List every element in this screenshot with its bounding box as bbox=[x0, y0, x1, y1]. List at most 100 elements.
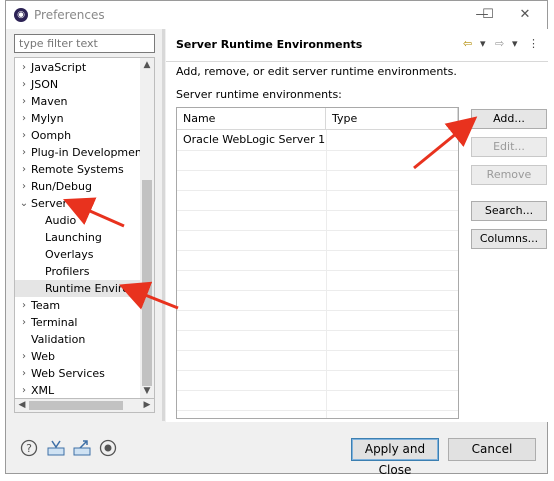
cancel-button[interactable]: Cancel bbox=[448, 438, 536, 461]
forward-icon[interactable]: ⇨ bbox=[495, 37, 504, 50]
export-icon[interactable] bbox=[72, 439, 91, 457]
tree-item[interactable]: › Run/Debug bbox=[15, 178, 142, 195]
help-icon[interactable]: ? bbox=[20, 439, 38, 457]
tree-vertical-scrollbar[interactable]: ▲ ▼ bbox=[140, 58, 154, 398]
row-gridline bbox=[177, 210, 458, 211]
chevron-right-icon[interactable]: › bbox=[19, 144, 29, 161]
search-button[interactable]: Search... bbox=[471, 201, 547, 221]
record-icon[interactable] bbox=[99, 439, 117, 457]
filter-input[interactable] bbox=[14, 34, 155, 53]
chevron-down-icon[interactable]: ⌄ bbox=[19, 195, 29, 212]
tree-item[interactable]: › JSON bbox=[15, 76, 142, 93]
preferences-window: ◉ Preferences — ☐ ✕ ›JavaScript›JSON›Mav… bbox=[5, 0, 548, 477]
scroll-down-icon[interactable]: ▼ bbox=[140, 386, 154, 396]
add-button[interactable]: Add... bbox=[471, 109, 547, 129]
row-gridline bbox=[177, 310, 458, 311]
tree-horizontal-scrollbar[interactable]: ◀ ▶ bbox=[14, 399, 155, 413]
tree-item[interactable]: › Web bbox=[15, 348, 142, 365]
tree-item-label: Team bbox=[31, 299, 61, 312]
row-gridline bbox=[177, 390, 458, 391]
columns-button[interactable]: Columns... bbox=[471, 229, 547, 249]
tree-item[interactable]: › Plug-in Development bbox=[15, 144, 146, 161]
tree-item-label: Web bbox=[31, 350, 55, 363]
page-title: Server Runtime Environments bbox=[176, 38, 363, 51]
row-gridline bbox=[177, 270, 458, 271]
column-header-name[interactable]: Name bbox=[177, 108, 326, 130]
pane-sash[interactable] bbox=[162, 29, 165, 421]
tree-item-label: Terminal bbox=[31, 316, 78, 329]
scroll-up-icon[interactable]: ▲ bbox=[140, 60, 154, 70]
runtime-list-label: Server runtime environments: bbox=[176, 88, 342, 101]
forward-menu-icon[interactable]: ▾ bbox=[512, 37, 518, 50]
chevron-right-icon[interactable]: › bbox=[19, 178, 29, 195]
preference-page: Server Runtime Environments ⇦ ▾ ⇨ ▾ ⋮ Ad… bbox=[166, 29, 548, 422]
row-gridline bbox=[177, 230, 458, 231]
tree-item[interactable]: Runtime Environme bbox=[15, 280, 153, 297]
row-gridline bbox=[177, 150, 458, 151]
tree-item-label: Launching bbox=[45, 231, 102, 244]
tree-item[interactable]: Launching bbox=[15, 229, 142, 246]
tree-item-label: Maven bbox=[31, 95, 68, 108]
scroll-left-icon[interactable]: ◀ bbox=[16, 399, 28, 412]
preferences-tree: › JavaScript › JSON › Maven › Mylyn › Oomph › Plug-… bbox=[14, 57, 155, 399]
tree-item-label: Server bbox=[31, 197, 68, 210]
back-icon[interactable]: ⇦ bbox=[463, 37, 472, 50]
remove-button[interactable]: Remove bbox=[471, 165, 547, 185]
tree-item[interactable]: › JavaScript bbox=[15, 59, 142, 76]
chevron-right-icon[interactable]: › bbox=[19, 314, 29, 331]
tree-item-label: Web Services bbox=[31, 367, 105, 380]
tree-item[interactable]: › Remote Systems bbox=[15, 161, 142, 178]
chevron-right-icon[interactable]: › bbox=[19, 127, 29, 144]
tree-item-label: JSON bbox=[31, 78, 59, 91]
maximize-button[interactable]: ☐ bbox=[476, 5, 500, 25]
tree-item[interactable]: › Oomph bbox=[15, 127, 142, 144]
chevron-right-icon[interactable]: › bbox=[19, 161, 29, 178]
row-gridline bbox=[177, 350, 458, 351]
tree-item-label: JavaScript bbox=[31, 61, 87, 74]
hscroll-thumb[interactable] bbox=[29, 401, 123, 410]
runtime-table: Name Type Oracle WebLogic Server 1... bbox=[176, 107, 459, 419]
tree-item[interactable]: Overlays bbox=[15, 246, 142, 263]
view-menu-icon[interactable]: ⋮ bbox=[528, 37, 539, 50]
chevron-right-icon[interactable]: › bbox=[19, 365, 29, 382]
row-gridline bbox=[177, 250, 458, 251]
tree-item[interactable]: › Terminal bbox=[15, 314, 142, 331]
row-gridline bbox=[177, 410, 458, 411]
tree-item[interactable]: Validation bbox=[15, 331, 142, 348]
tree-item[interactable]: ⌄ Server bbox=[15, 195, 142, 212]
apply-and-close-button[interactable]: Apply and Close bbox=[351, 438, 439, 477]
column-header-type[interactable]: Type bbox=[326, 108, 458, 130]
chevron-right-icon[interactable]: › bbox=[19, 297, 29, 314]
back-menu-icon[interactable]: ▾ bbox=[480, 37, 486, 50]
tree-item[interactable]: Profilers bbox=[15, 263, 142, 280]
close-button[interactable]: ✕ bbox=[513, 5, 537, 25]
chevron-right-icon[interactable]: › bbox=[19, 76, 29, 93]
import-icon[interactable] bbox=[46, 439, 65, 457]
tree-item[interactable]: › XML bbox=[15, 382, 142, 398]
chevron-right-icon[interactable]: › bbox=[19, 110, 29, 127]
tree-item[interactable]: › Team bbox=[15, 297, 142, 314]
edit-button[interactable]: Edit... bbox=[471, 137, 547, 157]
tree-item-label: Profilers bbox=[45, 265, 90, 278]
table-cell-type[interactable] bbox=[326, 130, 458, 150]
tree-item[interactable]: › Maven bbox=[15, 93, 142, 110]
eclipse-icon: ◉ bbox=[14, 8, 28, 22]
row-gridline bbox=[177, 370, 458, 371]
chevron-right-icon[interactable]: › bbox=[19, 348, 29, 365]
chevron-right-icon[interactable]: › bbox=[19, 59, 29, 76]
scroll-thumb[interactable] bbox=[142, 180, 152, 386]
page-header: Server Runtime Environments ⇦ ▾ ⇨ ▾ ⋮ bbox=[166, 29, 548, 62]
tree-item[interactable]: Audio bbox=[15, 212, 142, 229]
tree-item-label: Overlays bbox=[45, 248, 94, 261]
scroll-right-icon[interactable]: ▶ bbox=[141, 399, 153, 412]
table-cell-name[interactable]: Oracle WebLogic Server 1... bbox=[177, 130, 326, 150]
tree-item[interactable]: › Mylyn bbox=[15, 110, 142, 127]
svg-text:?: ? bbox=[26, 442, 32, 455]
tree-item-label: Audio bbox=[45, 214, 77, 227]
tree-item-label: Oomph bbox=[31, 129, 72, 142]
tree-item[interactable]: › Web Services bbox=[15, 365, 142, 382]
tree-item-label: XML bbox=[31, 384, 55, 397]
chevron-right-icon[interactable]: › bbox=[19, 93, 29, 110]
chevron-right-icon[interactable]: › bbox=[19, 382, 29, 398]
page-description: Add, remove, or edit server runtime envi… bbox=[176, 65, 457, 78]
